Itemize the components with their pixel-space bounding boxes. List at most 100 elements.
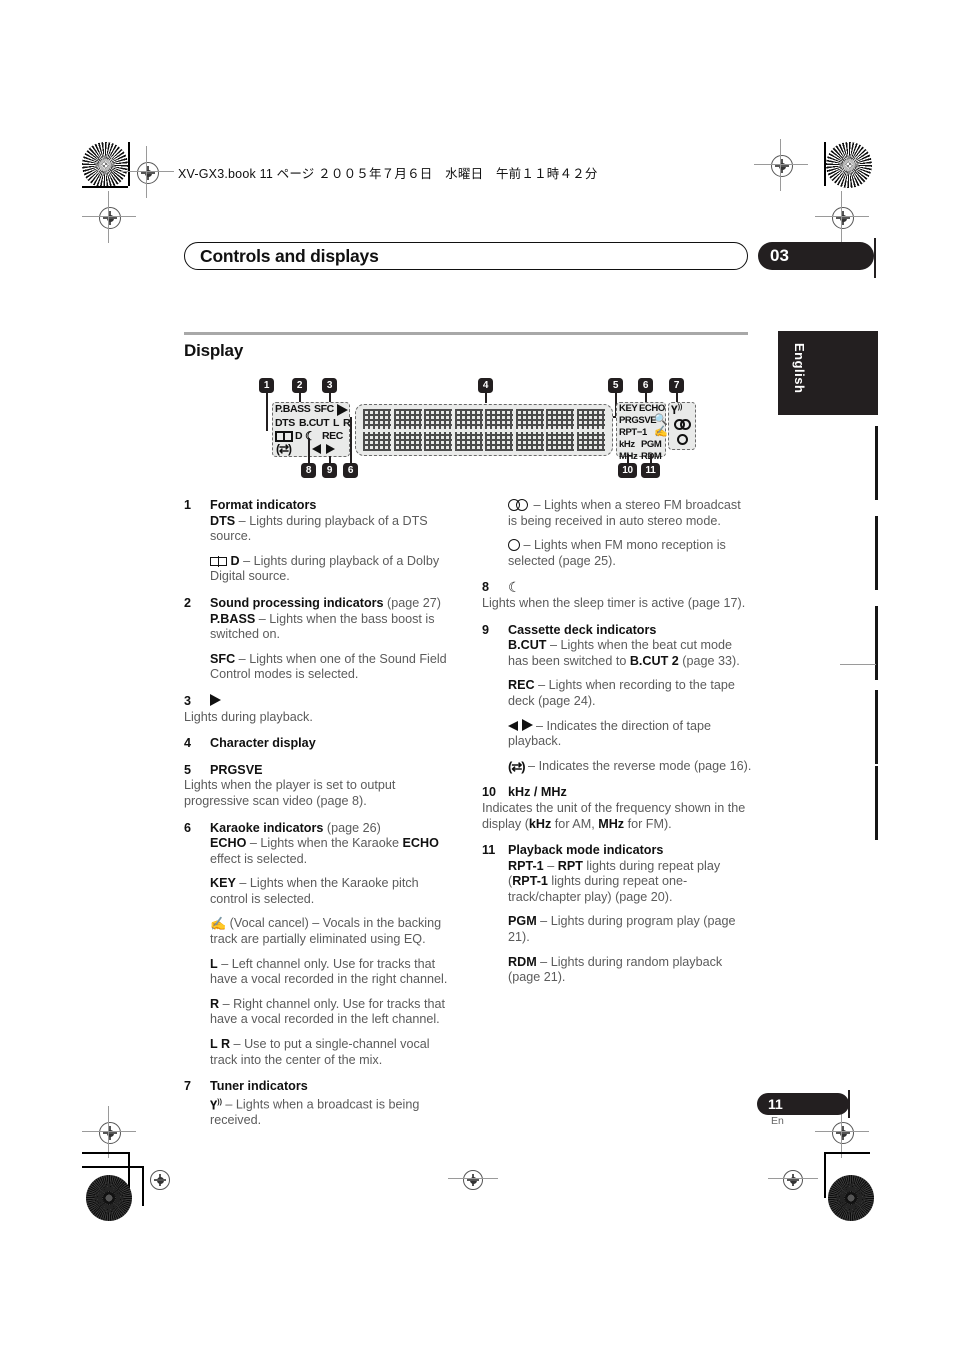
term-dts-desc: – Lights during playback of a DTS source… [210,513,428,544]
edge-bleed-mark-5 [875,766,878,840]
entry-body-text: Lights when the player is set to output … [184,778,396,808]
entry-sound-processing-indicators: 2 Sound processing indicators (page 27) … [184,596,454,683]
body-column-right: – Lights when a stereo FM broadcast is b… [482,498,752,997]
term-antenna-desc: – Lights when a broadcast is being recei… [210,1097,420,1127]
registration-crossline-v-top [146,146,147,198]
registration-crossline-h-left-lower [82,1131,136,1132]
registration-target-bottom-left-edge [150,1170,170,1190]
term-mono-desc: – Lights when FM mono reception is selec… [508,538,726,568]
crop-mark-vertical-tr [824,142,826,186]
entry-title-suffix: (page 27) [383,595,441,610]
stereo-circles-icon [508,499,530,511]
registration-target-top [137,162,159,184]
entry-paragraph: – Indicates the direction of tape playba… [508,718,752,750]
term-stereo-desc: – Lights when a stereo FM broadcast is b… [508,498,741,528]
entry-title-row: Sound processing indicators (page 27) [210,596,454,612]
registration-target-bottom-center [463,1170,483,1190]
entry-paragraph: KEY – Lights when the Karaoke pitch cont… [210,876,454,907]
term-rdm: RDM [508,954,537,969]
entry-tuner-continued: – Lights when a stereo FM broadcast is b… [482,498,752,569]
lcd-segment-cell [485,409,514,451]
entry-paragraph: ECHO – Lights when the Karaoke ECHO effe… [210,836,454,867]
term-left-channel-desc: – Left channel only. Use for tracks that… [210,956,448,987]
sleep-moon-icon: ☾ [508,579,521,596]
lcd-stereo-circle-b-icon [680,419,691,430]
crop-mark-horizontal-tl [82,186,128,188]
entry-number: 4 [184,736,192,751]
entry-number: 1 [184,498,192,512]
entry-paragraph: (⇄) – Indicates the reverse mode (page 1… [508,759,752,775]
figure-leader-8 [308,438,310,463]
section-title: Display [184,341,244,360]
entry-title: Tuner indicators [210,1079,308,1094]
term-bcut2: B.CUT 2 [629,653,679,668]
entry-character-display: 4 Character display [184,736,454,752]
lcd-label-pbass: P.BASS [275,403,311,415]
term-rec: REC [508,678,535,693]
entry-number: 11 [482,843,496,858]
mono-circle-icon [508,539,520,552]
lcd-label-dts: DTS [275,417,295,429]
term-dolby-d-desc: – Lights during playback of a Dolby Digi… [210,553,440,584]
lcd-label-sfc: SFC [314,403,334,415]
entry-number: 10 [482,785,497,800]
term-lr: L R [210,1037,231,1052]
entry-number: 6 [184,820,192,835]
entry-paragraph: B.CUT – Lights when the beat cut mode ha… [508,638,752,669]
term-sfc: SFC [210,651,236,666]
term-rpt1-desc: – [543,858,558,873]
entry-format-indicators: 1 Format indicators DTS – Lights during … [184,498,454,585]
lcd-character-display [355,404,613,456]
lcd-label-rec: REC [322,430,343,442]
registration-dot [156,1176,164,1184]
entry-title: Character display [210,736,316,751]
term-sfc-desc: – Lights when one of the Sound Field Con… [210,651,447,682]
term-reverse-mode-desc: – Indicates the reverse mode (page 16). [524,758,752,773]
entry-title: Karaoke indicators [210,820,324,835]
lcd-segment-cell [393,409,422,451]
entry-number: 7 [184,1079,192,1094]
entry-paragraph: L R – Use to put a single-channel vocal … [210,1037,454,1068]
lcd-label-bcut: B.CUT [299,417,330,429]
play-triangle-icon [210,693,221,706]
crop-mark-horizontal-bl [82,1152,128,1154]
entry-paragraph: REC – Lights when recording to the tape … [508,678,752,709]
lcd-vocal-cancel-mic-icon: ✍ [654,426,668,438]
figure-callout-9: 9 [322,463,337,478]
entry-number: 8 [482,580,490,595]
tape-direction-right-icon [521,718,533,731]
registration-starburst-top-left [82,142,128,188]
term-right-channel-desc: – Right channel only. Use for tracks tha… [210,996,445,1027]
lcd-segment-cell [576,409,605,451]
term-rec-desc: – Lights when recording to the tape deck… [508,678,735,708]
entry-paragraph: DTS – Lights during playback of a DTS so… [210,514,454,545]
entry-title: Format indicators [210,498,317,512]
figure-callout-11: 11 [641,463,660,478]
print-file-stamp: XV-GX3.book 11 ページ ２００５年７月６日 水曜日 午前１１時４２… [178,167,598,181]
figure-leader-4 [485,393,487,403]
figure-leader-9 [329,456,331,463]
entry-paragraph: – Lights when FM mono reception is selec… [508,538,752,569]
registration-crossline-h-right-lower [815,1131,869,1132]
entry-paragraph: R – Right channel only. Use for tracks t… [210,997,454,1028]
entry-body-text: Lights during playback. [184,709,313,724]
registration-target-left-upper [99,207,121,229]
entry-title: PRGSVE [210,762,263,777]
lcd-mono-circle-icon [677,434,688,445]
lcd-segment-cell [363,409,391,451]
lcd-label-key: KEY [619,403,638,414]
registration-crossline-h-right-upper [754,164,808,165]
chapter-title: Controls and displays [200,246,379,266]
figure-leader-3 [329,393,331,402]
entry-number: 9 [482,622,490,637]
reverse-mode-icon: (⇄) [508,758,526,774]
entry-body-text: Lights when the sleep timer is active (p… [482,595,746,610]
entry-sleep-timer: 8 ☾ Lights when the sleep timer is activ… [482,580,752,611]
page-number: 11 [768,1096,783,1112]
lcd-segment-cell [424,409,453,451]
body-column-left: 1 Format indicators DTS – Lights during … [184,498,454,1139]
crop-mark-vertical-bl2 [142,1166,144,1206]
edge-bleed-mark-1 [875,426,878,500]
entry-paragraph: Ү)) – Lights when a broadcast is being r… [210,1095,454,1129]
edge-registration-line [840,664,876,665]
